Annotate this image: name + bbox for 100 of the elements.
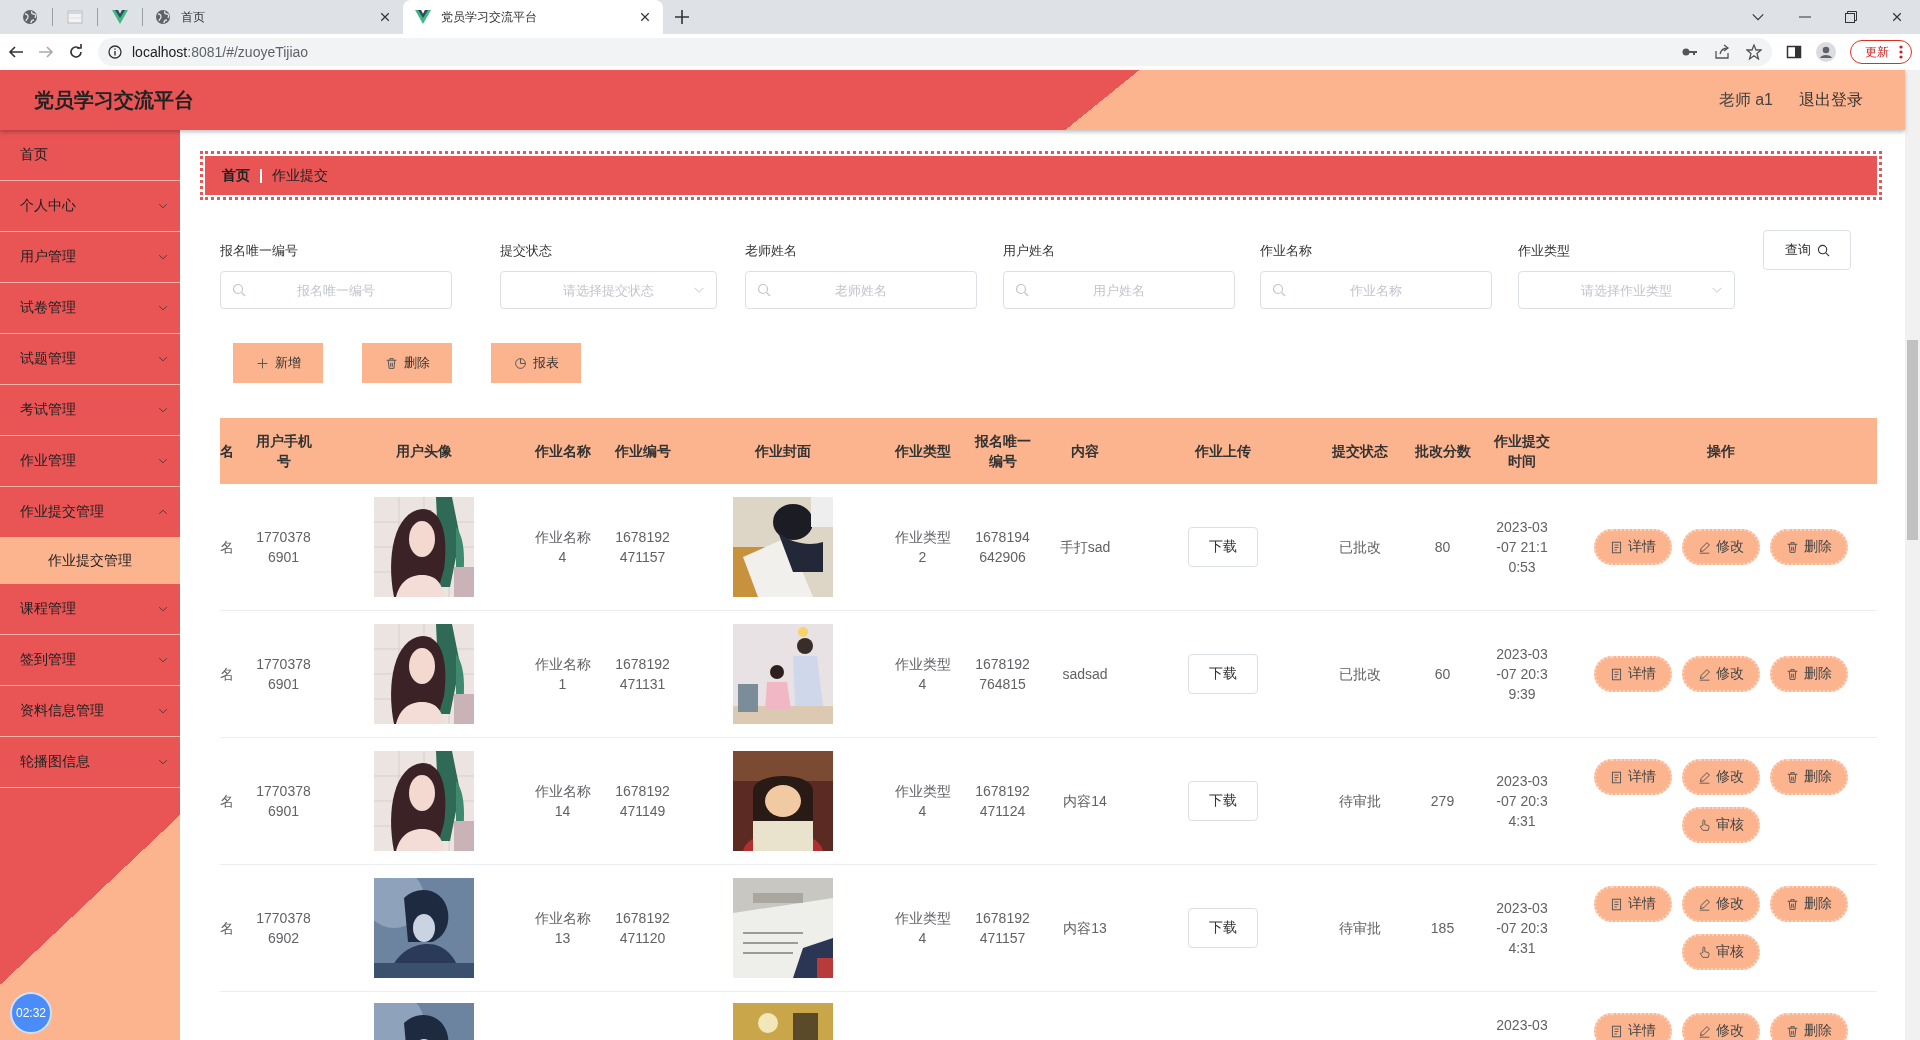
restore-icon[interactable] bbox=[1845, 11, 1857, 23]
search-icon bbox=[232, 283, 246, 297]
document-icon bbox=[1609, 770, 1623, 784]
edit-button[interactable]: 修改 bbox=[1681, 529, 1760, 565]
details-button[interactable]: 详情 bbox=[1593, 759, 1672, 795]
star-icon[interactable] bbox=[1746, 44, 1762, 60]
details-button[interactable]: 详情 bbox=[1593, 1013, 1672, 1040]
table-cell-text: 已批改 bbox=[1339, 665, 1381, 684]
edit-button[interactable]: 修改 bbox=[1681, 1013, 1760, 1040]
back-arrow-icon[interactable] bbox=[8, 44, 24, 60]
report-button[interactable]: 报表 bbox=[493, 345, 579, 381]
table-cell-text: 名 bbox=[220, 538, 234, 557]
edit-button[interactable]: 修改 bbox=[1681, 656, 1760, 692]
trash-icon bbox=[1785, 540, 1799, 554]
scrollbar-thumb[interactable] bbox=[1907, 340, 1918, 540]
chevron-icon bbox=[158, 706, 168, 716]
info-icon bbox=[108, 45, 122, 59]
browser-tab[interactable]: 党员学习交流平台 bbox=[403, 0, 663, 34]
table-cell-text: 80 bbox=[1434, 538, 1451, 557]
share-icon[interactable] bbox=[1714, 44, 1730, 60]
table-cell-text: 作业名称4 bbox=[533, 528, 592, 567]
table-cell-text: 1678192471157 bbox=[614, 528, 671, 567]
globe-icon bbox=[22, 9, 38, 25]
column-header: 作业提交时间 bbox=[1480, 418, 1564, 484]
search-field[interactable]: 用户姓名 bbox=[1003, 271, 1235, 309]
pen-icon bbox=[1697, 770, 1711, 784]
review-button[interactable]: 审核 bbox=[1681, 934, 1760, 970]
search-icon bbox=[757, 283, 771, 297]
download-button[interactable]: 下载 bbox=[1187, 781, 1258, 821]
table-cell-text: 1678192471149 bbox=[614, 782, 671, 821]
close-icon[interactable] bbox=[639, 11, 651, 23]
chevron-icon bbox=[158, 507, 168, 517]
hand-icon bbox=[1697, 945, 1711, 959]
logout-link[interactable]: 退出登录 bbox=[1799, 89, 1863, 111]
document-icon bbox=[1609, 897, 1623, 911]
reload-icon[interactable] bbox=[68, 44, 84, 60]
pie-chart-icon bbox=[513, 356, 527, 370]
delete-button[interactable]: 删除 bbox=[1769, 656, 1848, 692]
chevron-icon bbox=[158, 405, 168, 415]
table-cell-text: 17703786901 bbox=[255, 782, 312, 821]
breadcrumb-link[interactable]: 首页 bbox=[222, 166, 250, 185]
close-icon[interactable] bbox=[379, 11, 391, 23]
download-button[interactable]: 下载 bbox=[1187, 527, 1258, 567]
column-header: 报名唯一编号 bbox=[965, 418, 1040, 484]
table-cell-text: 作业名称14 bbox=[533, 782, 592, 821]
table-cell-text: 17703786902 bbox=[255, 909, 312, 948]
details-button[interactable]: 详情 bbox=[1593, 529, 1672, 565]
delete-button[interactable]: 删除 bbox=[1769, 886, 1848, 922]
chevron-icon bbox=[158, 252, 168, 262]
delete-button[interactable]: 删除 bbox=[364, 345, 450, 381]
details-button[interactable]: 详情 bbox=[1593, 886, 1672, 922]
address-bar[interactable]: localhost:8081/#/zuoyeTijiao bbox=[98, 38, 1772, 66]
table-cell-text: 2023-03-07 20:34:31 bbox=[1495, 899, 1549, 958]
download-button[interactable]: 下载 bbox=[1187, 908, 1258, 948]
side-panel-icon[interactable] bbox=[1786, 44, 1802, 60]
table-cell-text: 名 bbox=[220, 665, 234, 684]
search-field[interactable]: 老师姓名 bbox=[745, 271, 977, 309]
chevron-icon bbox=[158, 757, 168, 767]
chevron-icon bbox=[158, 354, 168, 364]
column-header: 内容 bbox=[1040, 418, 1130, 484]
browser-tab[interactable]: 首页 bbox=[143, 0, 403, 34]
chevron-icon bbox=[158, 201, 168, 211]
select-field[interactable]: 请选择作业类型 bbox=[1518, 271, 1735, 309]
table-cell-text: 内容14 bbox=[1063, 792, 1107, 811]
field-label: 作业类型 bbox=[1518, 242, 1571, 260]
document-icon bbox=[1609, 667, 1623, 681]
search-field[interactable]: 作业名称 bbox=[1260, 271, 1492, 309]
table-cell-text: 1678192471131 bbox=[614, 655, 671, 694]
select-field[interactable]: 请选择提交状态 bbox=[500, 271, 717, 309]
close-icon[interactable] bbox=[1891, 11, 1903, 23]
table-cell-text: 待审批 bbox=[1339, 919, 1381, 938]
profile-icon[interactable] bbox=[1816, 42, 1836, 62]
delete-button[interactable]: 删除 bbox=[1769, 1013, 1848, 1040]
delete-button[interactable]: 删除 bbox=[1769, 529, 1848, 565]
column-header: 作业封面 bbox=[685, 418, 880, 484]
table-cell-text: 17703786901 bbox=[255, 655, 312, 694]
edit-button[interactable]: 修改 bbox=[1681, 886, 1760, 922]
table-cell-text: 1678192471124 bbox=[974, 782, 1031, 821]
trash-icon bbox=[384, 356, 398, 370]
submenu-item[interactable]: 作业提交管理 bbox=[0, 538, 180, 584]
delete-button[interactable]: 删除 bbox=[1769, 759, 1848, 795]
download-button[interactable]: 下载 bbox=[1187, 654, 1258, 694]
details-button[interactable]: 详情 bbox=[1593, 656, 1672, 692]
trash-icon bbox=[1785, 1024, 1799, 1038]
column-header: 作业类型 bbox=[880, 418, 965, 484]
field-label: 老师姓名 bbox=[745, 242, 798, 260]
column-header: 名 bbox=[220, 418, 245, 484]
review-button[interactable]: 审核 bbox=[1681, 807, 1760, 843]
chevron-icon bbox=[158, 456, 168, 466]
update-button[interactable]: 更新 bbox=[1850, 40, 1912, 64]
column-header: 作业上传 bbox=[1130, 418, 1315, 484]
edit-button[interactable]: 修改 bbox=[1681, 759, 1760, 795]
column-header: 批改分数 bbox=[1405, 418, 1480, 484]
breadcrumb-link[interactable]: 作业提交 bbox=[272, 166, 328, 185]
add-button[interactable]: 新增 bbox=[235, 345, 321, 381]
query-button[interactable]: 查询 bbox=[1763, 230, 1851, 270]
column-header: 用户头像 bbox=[322, 418, 525, 484]
table-cell-text: 名 bbox=[220, 919, 234, 938]
table-cell-text: 作业名称13 bbox=[533, 909, 592, 948]
plus-icon[interactable] bbox=[675, 10, 689, 24]
